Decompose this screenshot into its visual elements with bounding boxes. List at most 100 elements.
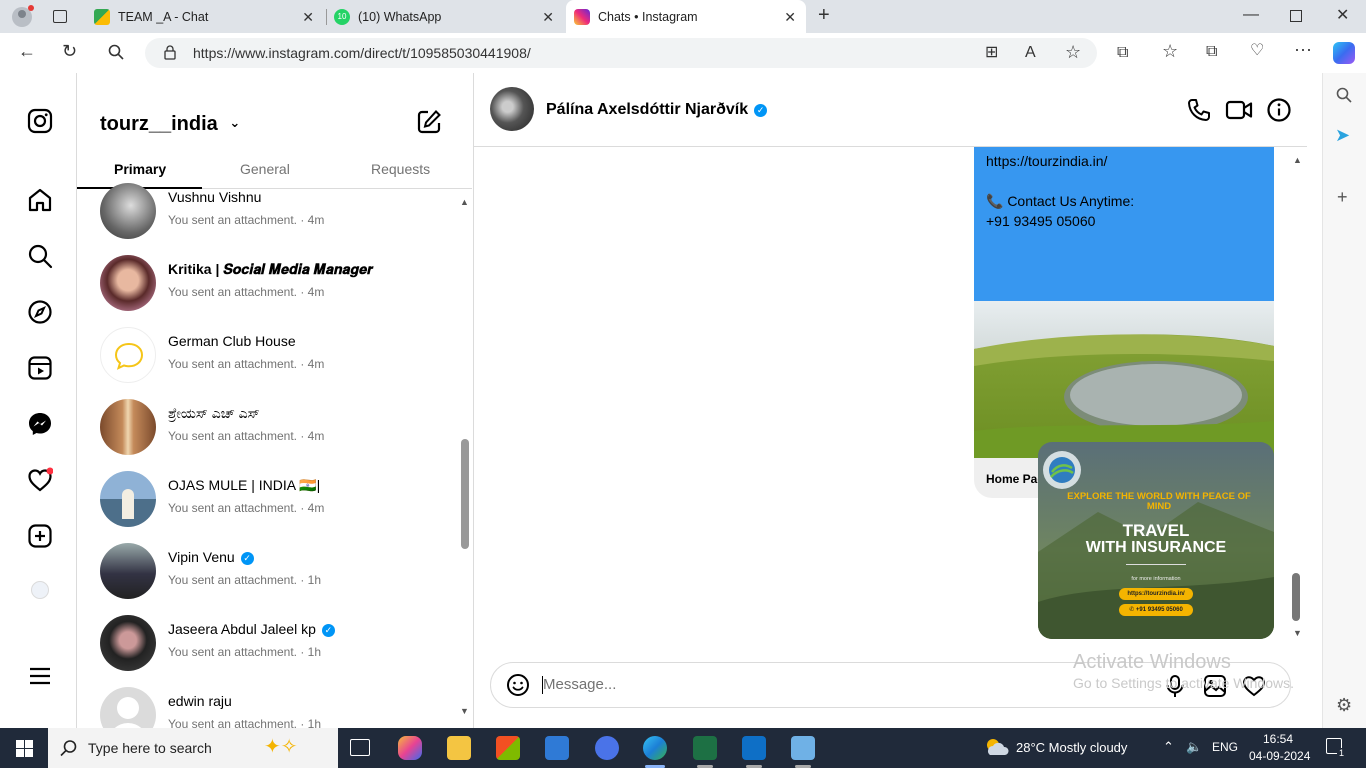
edge-browser-icon[interactable]: [643, 736, 667, 760]
explore-icon[interactable]: [27, 299, 53, 325]
language-indicator[interactable]: ENG: [1212, 740, 1238, 754]
search-highlight-icon[interactable]: ✦✧: [264, 734, 298, 759]
conversation-name: OJAS MULE | INDIA 🇮🇳|: [168, 477, 321, 493]
close-window-icon[interactable]: ✕: [1336, 8, 1349, 24]
sidebar-settings-icon[interactable]: ⚙: [1336, 696, 1352, 714]
sidebar-search-icon[interactable]: [1336, 87, 1352, 107]
weather-cloud-icon[interactable]: [984, 737, 1010, 757]
reels-icon[interactable]: [27, 355, 53, 381]
scroll-up-arrow-icon[interactable]: ▲: [460, 197, 469, 207]
conversation-item[interactable]: Vipin Venu ✓ You sent an attachment. · 1h: [100, 543, 460, 603]
message-input[interactable]: Message...: [543, 676, 616, 693]
conversation-info-icon[interactable]: [1266, 97, 1292, 128]
contact-name[interactable]: Pálína Axelsdóttir Njarðvík ✓: [546, 101, 768, 119]
scrollbar-thumb[interactable]: [1292, 573, 1300, 621]
message-link[interactable]: https://tourzindia.in/: [986, 151, 1262, 171]
url-bar[interactable]: https://www.instagram.com/direct/t/10958…: [145, 38, 1097, 68]
new-tab-icon[interactable]: +: [818, 5, 830, 25]
avatar: [100, 327, 156, 383]
video-call-icon[interactable]: [1225, 97, 1253, 128]
search-icon[interactable]: [108, 44, 124, 64]
tab-team-chat[interactable]: TEAM _A - Chat ✕: [86, 0, 324, 33]
close-tab-icon[interactable]: ✕: [302, 9, 314, 26]
sent-image-travel-insurance[interactable]: EXPLORE THE WORLD WITH PEACE OF MIND TRA…: [1038, 442, 1274, 639]
mail-icon[interactable]: [545, 736, 569, 760]
more-menu-icon[interactable]: [27, 663, 53, 689]
split-screen-icon[interactable]: ⧉: [1117, 45, 1128, 61]
conversation-item[interactable]: edwin raju You sent an attachment. · 1h: [100, 687, 460, 728]
chat-app-icon[interactable]: [595, 736, 619, 760]
account-switcher[interactable]: tourz__india ⌄: [100, 113, 240, 136]
scroll-up-arrow-icon[interactable]: ▲: [1293, 155, 1302, 165]
close-tab-icon[interactable]: ✕: [784, 9, 796, 26]
clock-time[interactable]: 16:54: [1263, 732, 1293, 746]
telegram-icon[interactable]: ➤: [1335, 126, 1350, 144]
scroll-down-arrow-icon[interactable]: ▼: [460, 706, 469, 716]
message-thread: https://tourzindia.in/ 📞 Contact Us Anyt…: [474, 147, 1307, 647]
app-available-icon[interactable]: ⊞: [985, 45, 998, 61]
more-menu-icon[interactable]: ···: [1294, 40, 1312, 58]
address-bar-row: ← ↻ https://www.instagram.com/direct/t/1…: [0, 33, 1366, 73]
scrollbar-thumb[interactable]: [461, 439, 469, 549]
poster-headline: EXPLORE THE WORLD WITH PEACE OF MIND: [1067, 491, 1251, 512]
url-text[interactable]: https://www.instagram.com/direct/t/10958…: [193, 45, 531, 61]
new-message-icon[interactable]: [416, 109, 442, 140]
profile-avatar-icon[interactable]: [31, 581, 49, 599]
conversation-item[interactable]: OJAS MULE | INDIA 🇮🇳| You sent an attach…: [100, 471, 460, 531]
tab-actions-icon[interactable]: [53, 10, 67, 23]
conversation-item[interactable]: Vushnu Vishnu You sent an attachment. · …: [100, 183, 460, 243]
tab-general[interactable]: General: [240, 161, 290, 177]
tab-requests[interactable]: Requests: [371, 161, 430, 177]
add-sidebar-icon[interactable]: +: [1337, 188, 1348, 206]
messenger-icon[interactable]: [27, 411, 53, 437]
link-preview-image[interactable]: [974, 301, 1274, 458]
vscode-icon[interactable]: [742, 736, 766, 760]
profile-avatar[interactable]: [12, 5, 34, 27]
contact-avatar[interactable]: [490, 87, 534, 131]
conversation-item[interactable]: Kritika | 𝑺𝒐𝒄𝒊𝒂𝒍 𝑴𝒆𝒅𝒊𝒂 𝑴𝒂𝒏𝒂𝒈𝒆𝒓 You sent …: [100, 255, 460, 315]
taskbar-search-box[interactable]: Type here to search ✦✧: [48, 728, 338, 768]
back-icon[interactable]: ←: [18, 42, 36, 60]
search-icon[interactable]: [27, 243, 53, 269]
task-view-icon[interactable]: [350, 739, 370, 756]
conversation-item[interactable]: ಶ್ರೇಯಸ್ ಎಚ್ ಎಸ್ You sent an attachment. …: [100, 399, 460, 459]
instagram-logo-icon[interactable]: [27, 108, 53, 134]
close-tab-icon[interactable]: ✕: [542, 9, 554, 26]
browser-tab-bar: TEAM _A - Chat ✕ 10 (10) WhatsApp ✕ Chat…: [0, 0, 1366, 33]
lock-icon[interactable]: [163, 44, 177, 64]
read-aloud-icon[interactable]: A: [1025, 45, 1036, 61]
copilot-icon[interactable]: [1333, 42, 1355, 64]
favorites-icon[interactable]: ☆: [1162, 42, 1178, 60]
create-post-icon[interactable]: [27, 523, 53, 549]
show-hidden-icons-icon[interactable]: ⌃: [1163, 739, 1174, 755]
copilot-app-icon[interactable]: [398, 736, 422, 760]
windows-start-icon[interactable]: [16, 740, 33, 762]
file-explorer-icon[interactable]: [447, 736, 471, 760]
poster-title-line1: TRAVEL: [1122, 521, 1190, 540]
emoji-icon[interactable]: [506, 673, 530, 702]
weather-text[interactable]: 28°C Mostly cloudy: [1016, 740, 1127, 755]
tab-whatsapp[interactable]: 10 (10) WhatsApp ✕: [326, 0, 564, 33]
conversation-preview: You sent an attachment. · 4m: [168, 213, 325, 227]
tab-primary[interactable]: Primary: [114, 161, 166, 177]
volume-icon[interactable]: 🔈: [1186, 739, 1202, 755]
scroll-down-arrow-icon[interactable]: ▼: [1293, 628, 1302, 638]
excel-icon[interactable]: [693, 736, 717, 760]
microsoft-store-icon[interactable]: [496, 736, 520, 760]
clock-date[interactable]: 04-09-2024: [1249, 749, 1310, 763]
collections-icon[interactable]: ⧉: [1206, 44, 1217, 60]
tab-title: Chats • Instagram: [598, 9, 698, 24]
audio-call-icon[interactable]: [1186, 97, 1212, 128]
conversation-item[interactable]: German Club House You sent an attachment…: [100, 327, 460, 387]
tab-instagram[interactable]: Chats • Instagram ✕: [566, 0, 806, 33]
maximize-icon[interactable]: [1290, 10, 1302, 22]
conversation-preview: You sent an attachment. · 4m: [168, 501, 325, 515]
conversation-item[interactable]: Jaseera Abdul Jaleel kp ✓ You sent an att…: [100, 615, 460, 675]
favorite-star-icon[interactable]: ☆: [1065, 43, 1081, 61]
browser-essentials-icon[interactable]: ♡: [1250, 43, 1264, 59]
notifications-heart-icon[interactable]: [27, 467, 54, 493]
refresh-icon[interactable]: ↻: [62, 42, 77, 60]
photos-app-icon[interactable]: [791, 736, 815, 760]
home-icon[interactable]: [27, 187, 53, 213]
minimize-icon[interactable]: —: [1243, 7, 1259, 23]
